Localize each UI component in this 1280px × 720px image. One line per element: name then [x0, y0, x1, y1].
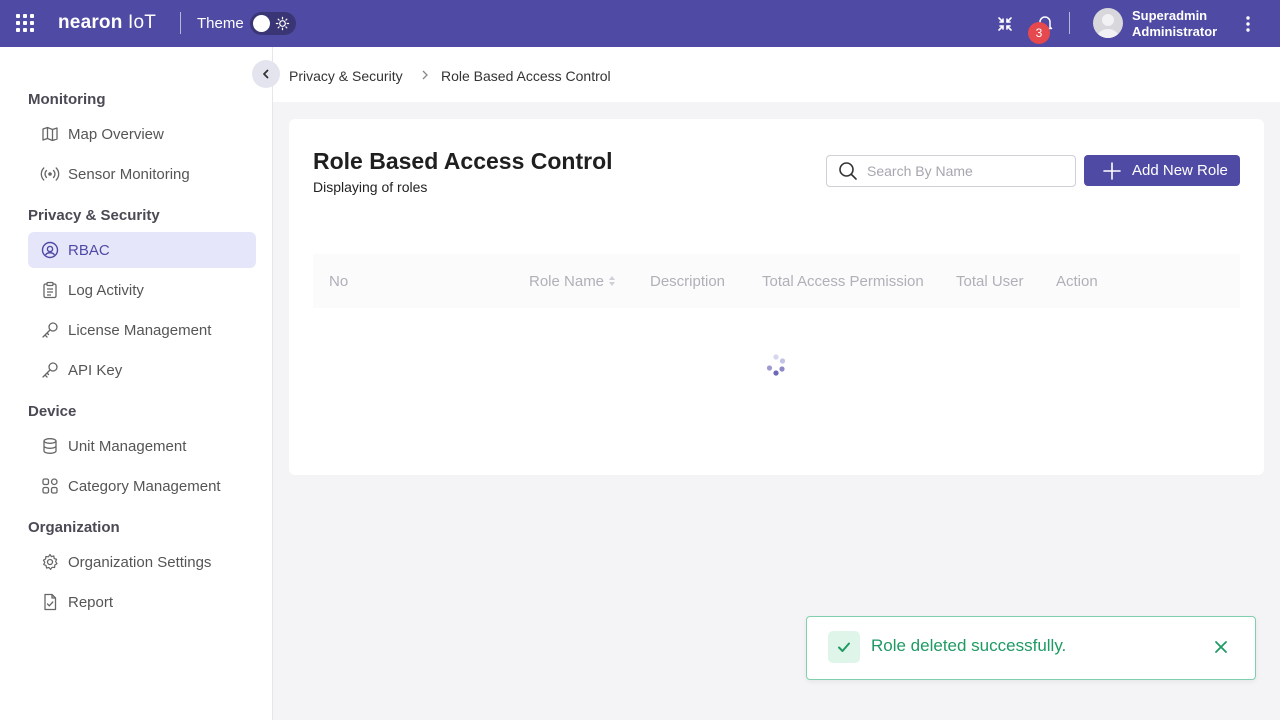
sidebar-item-label: Sensor Monitoring	[68, 165, 190, 183]
column-header-total-access-permission: Total Access Permission	[762, 273, 924, 290]
sidebar-item-label: API Key	[68, 361, 123, 379]
search-box	[826, 155, 1076, 187]
search-input[interactable]	[867, 163, 1057, 179]
user-role: Administrator	[1132, 24, 1218, 39]
table-header: No Role Name Description Total Access Pe…	[313, 254, 1240, 308]
sidebar-item-sensor-monitoring[interactable]: Sensor Monitoring	[28, 156, 256, 192]
report-icon	[40, 592, 60, 612]
chevron-right-icon	[422, 70, 428, 80]
more-vertical-icon[interactable]	[1240, 14, 1256, 34]
grid-icon	[40, 476, 60, 496]
divider	[1069, 12, 1070, 34]
sidebar-item-report[interactable]: Report	[28, 584, 256, 620]
avatar[interactable]	[1093, 8, 1123, 38]
sidebar-item-unit-management[interactable]: Unit Management	[28, 428, 256, 464]
map-icon	[40, 124, 60, 144]
gear-icon	[40, 552, 60, 572]
brand-logo[interactable]: nearon IoT	[58, 12, 156, 34]
close-icon[interactable]	[1213, 639, 1229, 655]
column-header-total-user: Total User	[956, 273, 1024, 290]
top-bar: nearon IoT Theme 3 Superadmin Administra…	[0, 0, 1280, 47]
theme-toggle[interactable]	[250, 12, 296, 35]
exit-fullscreen-icon[interactable]	[996, 15, 1014, 33]
sidebar-item-label: Report	[68, 593, 114, 611]
user-avatar-icon	[1097, 14, 1119, 38]
sidebar-item-organization-settings[interactable]: Organization Settings	[28, 544, 256, 580]
divider	[180, 12, 181, 34]
key-icon	[40, 360, 60, 380]
success-toast: Role deleted successfully.	[806, 616, 1256, 680]
column-header-description: Description	[650, 273, 726, 290]
brand-main: nearon	[58, 12, 123, 33]
section-title-device: Device	[28, 403, 77, 420]
add-new-role-label: Add New Role	[1132, 162, 1228, 179]
user-name[interactable]: Superadmin	[1132, 8, 1207, 24]
roles-card: Role Based Access Control Displaying of …	[289, 119, 1264, 475]
sort-icon[interactable]	[607, 274, 617, 288]
brand-sub: IoT	[128, 12, 157, 33]
sidebar-item-label: RBAC	[68, 241, 110, 259]
sun-icon	[275, 16, 290, 31]
sidebar-item-rbac[interactable]: RBAC	[28, 232, 256, 268]
page-subtitle: Displaying of roles	[313, 179, 428, 195]
section-title-organization: Organization	[28, 519, 120, 536]
breadcrumb-current: Role Based Access Control	[441, 68, 611, 84]
page-title: Role Based Access Control	[313, 148, 613, 174]
check-icon	[828, 631, 860, 663]
sidebar-item-label: License Management	[68, 321, 212, 339]
sidebar-item-label: Category Management	[68, 477, 221, 495]
plus-icon	[1103, 161, 1121, 180]
column-header-role-name[interactable]: Role Name	[529, 273, 604, 290]
database-icon	[40, 436, 60, 456]
sidebar-collapse-button[interactable]	[252, 60, 280, 88]
sidebar-item-api-key[interactable]: API Key	[28, 352, 256, 388]
toast-message: Role deleted successfully.	[871, 636, 1067, 655]
breadcrumb: Privacy & Security Role Based Access Con…	[273, 47, 1280, 102]
column-header-no: No	[329, 273, 349, 290]
user-circle-icon	[40, 240, 60, 260]
breadcrumb-parent[interactable]: Privacy & Security	[289, 68, 403, 84]
key-icon	[40, 320, 60, 340]
column-header-action: Action	[1056, 273, 1098, 290]
section-title-monitoring: Monitoring	[28, 91, 106, 108]
sidebar-item-license-management[interactable]: License Management	[28, 312, 256, 348]
apps-grid-icon[interactable]	[16, 14, 34, 32]
sidebar-item-label: Map Overview	[68, 125, 164, 143]
add-new-role-button[interactable]: Add New Role	[1084, 155, 1240, 186]
theme-label: Theme	[197, 15, 244, 32]
section-title-privacy-security: Privacy & Security	[28, 207, 160, 224]
clipboard-icon	[40, 280, 60, 300]
toggle-knob	[253, 15, 270, 32]
sidebar-item-label: Unit Management	[68, 437, 187, 455]
search-icon	[839, 162, 857, 180]
loading-spinner-icon	[766, 354, 786, 376]
sidebar-item-map-overview[interactable]: Map Overview	[28, 116, 256, 152]
sidebar: Monitoring Map Overview Sensor Monitorin…	[0, 47, 273, 720]
sidebar-item-category-management[interactable]: Category Management	[28, 468, 256, 504]
sidebar-item-label: Log Activity	[68, 281, 144, 299]
sidebar-item-label: Organization Settings	[68, 553, 212, 571]
broadcast-icon	[40, 164, 60, 184]
chevron-left-icon	[263, 69, 269, 79]
notification-badge: 3	[1028, 22, 1050, 44]
sidebar-item-log-activity[interactable]: Log Activity	[28, 272, 256, 308]
